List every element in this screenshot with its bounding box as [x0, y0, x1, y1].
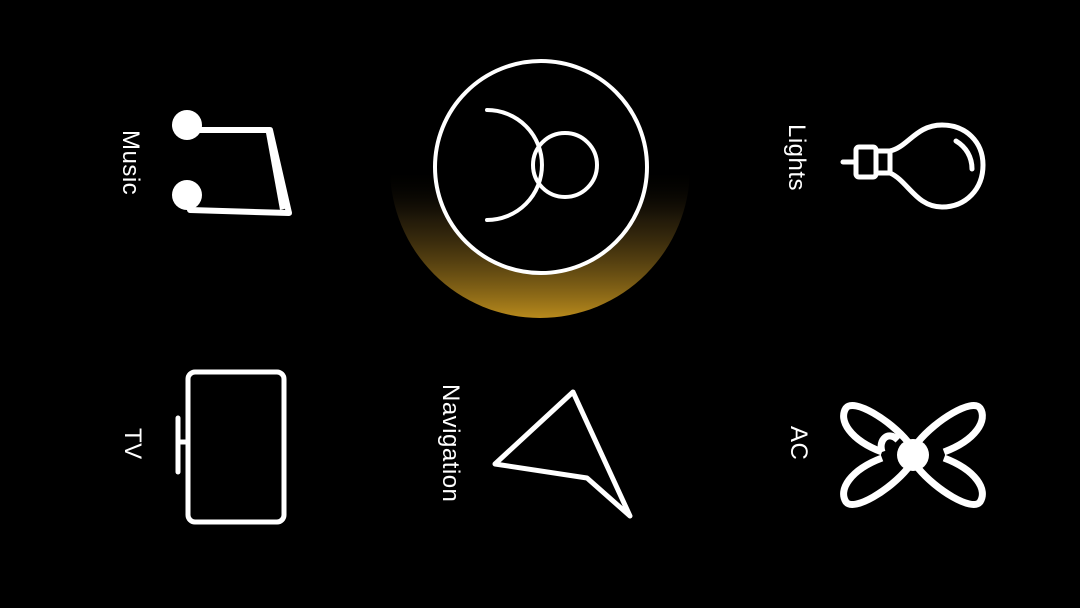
music-label: Music	[117, 130, 144, 196]
navigation-tile[interactable]: Navigation	[430, 380, 640, 525]
music-tile[interactable]: Music	[110, 100, 300, 220]
lights-tile[interactable]: Lights	[780, 112, 990, 222]
assistant-logo-icon	[433, 59, 649, 275]
lights-label: Lights	[783, 124, 810, 192]
light-bulb-icon	[840, 122, 986, 210]
navigation-label: Navigation	[437, 384, 464, 503]
fan-icon	[840, 402, 986, 508]
home-screen: Music Lights TV Navigation AC	[0, 0, 1080, 608]
ac-tile[interactable]: AC	[780, 380, 990, 530]
music-note-icon	[172, 110, 292, 216]
ac-label: AC	[785, 426, 812, 461]
tv-tile[interactable]: TV	[110, 368, 300, 528]
tv-label: TV	[119, 428, 146, 460]
navigation-arrow-icon	[492, 389, 633, 519]
assistant-button[interactable]	[432, 58, 650, 276]
tv-icon	[175, 369, 287, 525]
